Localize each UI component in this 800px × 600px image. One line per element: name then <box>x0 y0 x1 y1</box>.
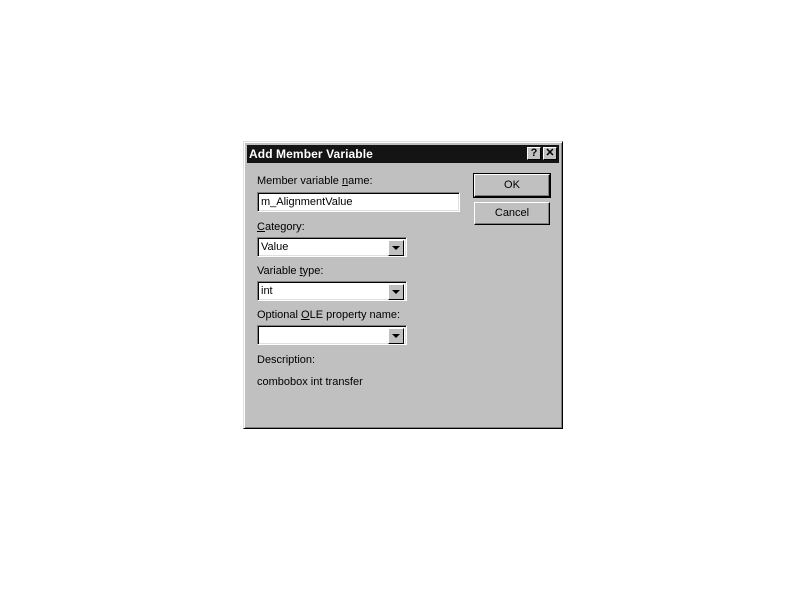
help-icon[interactable]: ? <box>527 147 541 160</box>
variable-type-value: int <box>261 285 273 297</box>
category-combo[interactable]: Value <box>257 237 407 257</box>
chevron-down-icon[interactable] <box>388 240 404 256</box>
category-value: Value <box>261 241 289 253</box>
ole-property-combo[interactable] <box>257 325 407 345</box>
ok-button[interactable]: OK <box>473 173 551 198</box>
close-icon[interactable]: ✕ <box>543 147 557 160</box>
chevron-down-icon[interactable] <box>388 328 404 344</box>
member-name-value: m_AlignmentValue <box>261 196 353 208</box>
cancel-button[interactable]: Cancel <box>474 202 550 225</box>
add-member-variable-dialog: Add Member Variable ? ✕ Member variable … <box>243 141 563 429</box>
ole-property-label: Optional OLE property name: <box>257 309 401 321</box>
variable-type-label: Variable type: <box>257 265 324 277</box>
variable-type-combo[interactable]: int <box>257 281 407 301</box>
dialog-title: Add Member Variable <box>249 147 373 161</box>
category-label: Category: <box>257 221 305 233</box>
description-text: combobox int transfer <box>257 376 363 388</box>
title-bar[interactable]: Add Member Variable ? ✕ <box>247 145 559 163</box>
chevron-down-icon[interactable] <box>388 284 404 300</box>
member-name-input[interactable]: m_AlignmentValue <box>257 192 460 212</box>
description-label: Description: <box>257 354 316 366</box>
member-name-label: Member variable name: <box>257 175 373 187</box>
